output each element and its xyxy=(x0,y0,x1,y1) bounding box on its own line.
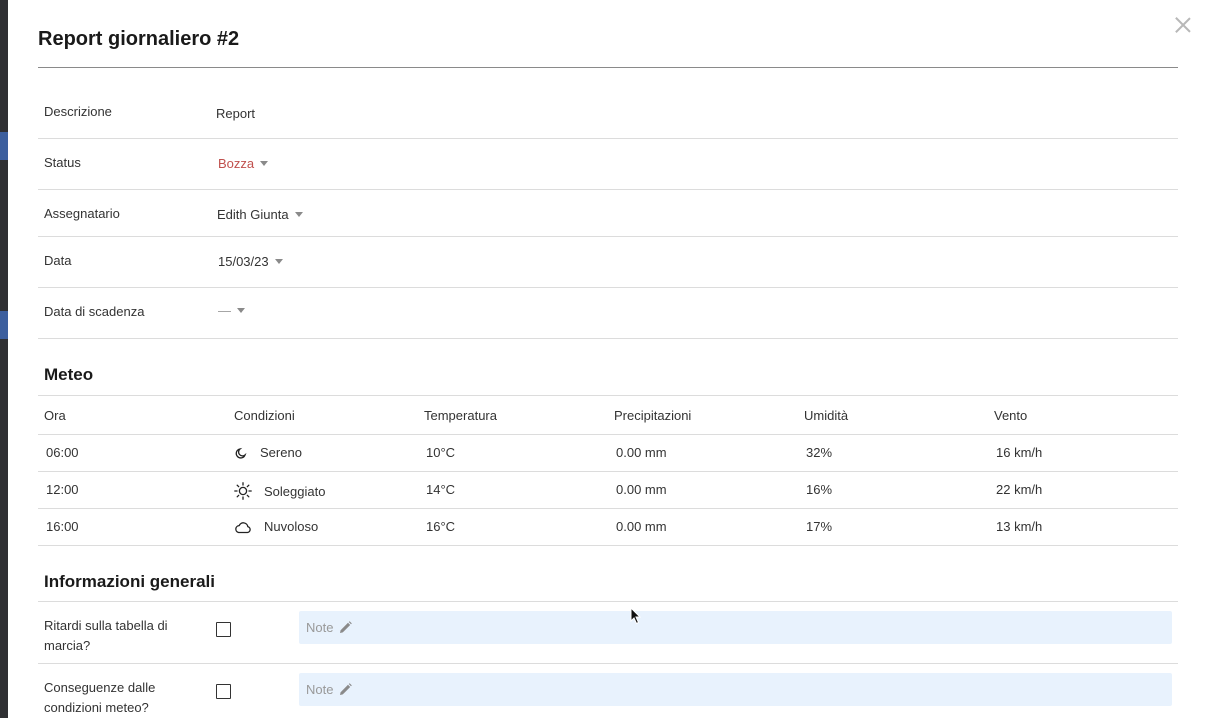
status-dropdown[interactable]: Bozza xyxy=(218,156,269,171)
ora-cell: 06:00 xyxy=(46,445,79,460)
field-row-descrizione: Descrizione Report xyxy=(38,88,1178,139)
background-sidebar-edge xyxy=(0,0,8,718)
mouse-cursor-icon xyxy=(630,607,642,625)
sun-icon xyxy=(234,482,252,500)
chevron-down-icon xyxy=(237,308,245,313)
pencil-icon xyxy=(340,683,353,695)
condizioni-cell: Soleggiato xyxy=(234,482,325,500)
assegnatario-value: Edith Giunta xyxy=(217,207,289,222)
close-icon[interactable] xyxy=(1174,16,1192,34)
ritardi-note-field[interactable]: Note xyxy=(299,611,1172,644)
ora-cell: 12:00 xyxy=(46,482,79,497)
precipitazioni-cell: 0.00 mm xyxy=(616,519,667,534)
column-header-condizioni: Condizioni xyxy=(234,408,295,423)
table-row: 06:00 Sereno 10°C 0.00 mm 32% 16 km/h xyxy=(38,435,1178,472)
column-header-umidita: Umidità xyxy=(804,408,849,423)
title-divider xyxy=(38,67,1178,68)
field-row-assegnatario: Assegnatario Edith Giunta xyxy=(38,190,1178,237)
report-modal: Report giornaliero #2 Descrizione Report… xyxy=(8,0,1208,718)
info-row-conseguenze: Conseguenze dalle condizioni meteo? Note xyxy=(38,664,1178,718)
condizioni-label: Nuvoloso xyxy=(264,519,319,534)
condizioni-label: Sereno xyxy=(260,445,302,460)
umidita-cell: 17% xyxy=(806,519,833,534)
pencil-icon xyxy=(340,621,353,633)
sidebar-highlight xyxy=(0,311,8,339)
field-row-scadenza: Data di scadenza — xyxy=(38,288,1178,339)
vento-cell: 13 km/h xyxy=(996,519,1043,534)
precipitazioni-cell: 0.00 mm xyxy=(616,482,667,497)
temperatura-cell: 16°C xyxy=(426,519,456,534)
meteo-section-title: Meteo xyxy=(44,365,94,384)
data-dropdown[interactable]: 15/03/23 xyxy=(218,254,283,269)
cloud-icon xyxy=(235,521,251,533)
umidita-cell: 32% xyxy=(806,445,833,460)
chevron-down-icon xyxy=(274,259,283,264)
column-header-precipitazioni: Precipitazioni xyxy=(614,408,692,423)
column-header-temperatura: Temperatura xyxy=(424,408,497,423)
conseguenze-checkbox[interactable] xyxy=(216,684,231,699)
column-header-vento: Vento xyxy=(994,408,1028,423)
field-label: Status xyxy=(44,155,81,170)
condizioni-label: Soleggiato xyxy=(264,483,326,499)
data-value: 15/03/23 xyxy=(218,254,269,269)
scadenza-value: — xyxy=(218,303,231,318)
field-label: Descrizione xyxy=(44,104,112,119)
info-row-ritardi: Ritardi sulla tabella di marcia? Note xyxy=(38,602,1178,664)
vento-cell: 16 km/h xyxy=(996,445,1043,460)
temperatura-cell: 14°C xyxy=(426,482,456,497)
temperatura-cell: 10°C xyxy=(426,445,456,460)
descrizione-value[interactable]: Report xyxy=(216,106,255,121)
note-placeholder: Note xyxy=(306,682,334,697)
vento-cell: 22 km/h xyxy=(996,482,1043,497)
umidita-cell: 16% xyxy=(806,482,833,497)
table-row: 12:00 Soleggiato 14°C 0.00 mm 16% 22 km/… xyxy=(38,472,1178,509)
modal-title: Report giornaliero #2 xyxy=(38,28,240,50)
scadenza-dropdown[interactable]: — xyxy=(218,303,245,318)
table-header: Ora Condizioni Temperatura Precipitazion… xyxy=(38,395,1178,435)
column-header-ora: Ora xyxy=(44,408,66,423)
field-label: Assegnatario xyxy=(44,206,120,221)
precipitazioni-cell: 0.00 mm xyxy=(616,445,667,460)
condizioni-cell: Nuvoloso xyxy=(234,519,318,534)
ora-cell: 16:00 xyxy=(46,519,79,534)
meteo-table: Ora Condizioni Temperatura Precipitazion… xyxy=(38,395,1178,546)
field-row-status: Status Bozza xyxy=(38,139,1178,190)
sidebar-highlight xyxy=(0,132,8,160)
info-label: Ritardi sulla tabella di marcia? xyxy=(44,618,168,653)
status-value: Bozza xyxy=(218,156,255,171)
table-row: 16:00 Nuvoloso 16°C 0.00 mm 17% 13 km/h xyxy=(38,509,1178,546)
info-section-title: Informazioni generali xyxy=(44,572,215,591)
field-label: Data xyxy=(44,253,72,268)
ritardi-checkbox[interactable] xyxy=(216,622,231,637)
assegnatario-dropdown[interactable]: Edith Giunta xyxy=(217,207,303,222)
chevron-down-icon xyxy=(260,161,269,166)
chevron-down-icon xyxy=(294,212,303,217)
note-placeholder: Note xyxy=(306,620,334,635)
info-label: Conseguenze dalle condizioni meteo? xyxy=(44,680,156,715)
field-row-data: Data 15/03/23 xyxy=(38,237,1178,288)
conseguenze-note-field[interactable]: Note xyxy=(299,673,1172,706)
condizioni-cell: Sereno xyxy=(234,445,302,460)
field-label: Data di scadenza xyxy=(44,304,145,319)
moon-icon xyxy=(235,447,247,459)
